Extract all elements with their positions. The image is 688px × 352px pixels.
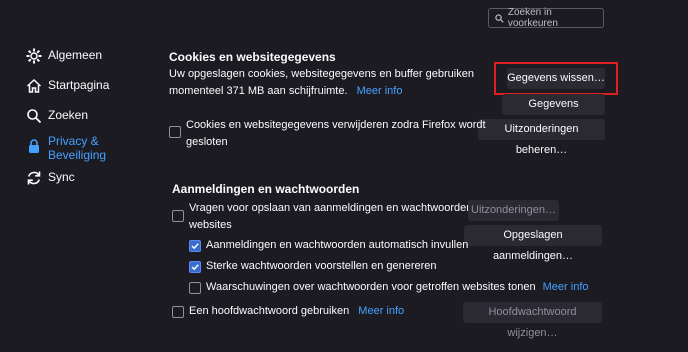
sidebar-item-home[interactable]: Startpagina (26, 78, 109, 94)
autofill-checkbox[interactable] (189, 240, 201, 252)
logins-heading: Aanmeldingen en wachtwoorden (172, 182, 360, 196)
sidebar-item-label: Sync (48, 170, 75, 184)
sidebar-item-search[interactable]: Zoeken (26, 108, 88, 124)
search-icon (27, 109, 42, 124)
checkmark-icon (191, 264, 199, 271)
sidebar-item-label: Zoeken (48, 108, 89, 122)
manage-exceptions-button[interactable]: Uitzonderingen beheren… (478, 119, 605, 156)
sidebar-item-sync[interactable]: Sync (26, 170, 75, 186)
sidebar-item-label: Privacy & Beveiliging (48, 134, 107, 162)
cookies-heading: Cookies en websitegegevens (169, 50, 336, 64)
primary-password-checkbox[interactable] (172, 306, 184, 318)
ask-save-label: Vragen voor opslaan van aanmeldingen en … (189, 202, 497, 231)
strong-password-checkbox[interactable] (189, 261, 201, 273)
ask-save-checkbox[interactable] (172, 210, 184, 222)
highlight-box (494, 62, 618, 95)
search-input[interactable]: Zoeken in voorkeuren (488, 7, 604, 29)
sidebar-item-label: Startpagina (48, 78, 110, 92)
home-icon (26, 78, 42, 93)
cookies-learn-more-link[interactable]: Meer info (357, 85, 403, 97)
sidebar-item-label: Algemeen (48, 48, 103, 62)
checkmark-icon (191, 243, 199, 250)
sidebar-item-general[interactable]: Algemeen (26, 48, 102, 64)
logins-exceptions-button[interactable]: Uitzonderingen… (468, 200, 559, 221)
manage-data-button[interactable]: Gegevens beheren… (502, 94, 605, 131)
saved-logins-button[interactable]: Opgeslagen aanmeldingen… (464, 225, 602, 262)
primary-learn-more-link[interactable]: Meer info (358, 305, 404, 317)
gear-icon (26, 48, 42, 64)
breach-learn-more-link[interactable]: Meer info (543, 281, 589, 293)
search-icon (495, 13, 504, 23)
delete-on-close-checkbox[interactable] (169, 126, 181, 138)
breach-alerts-label: Waarschuwingen over wachtwoorden voor ge… (206, 281, 589, 293)
sidebar-item-privacy[interactable]: Privacy & Beveiliging (26, 134, 106, 162)
delete-on-close-label: Cookies en websitegegevens verwijderen z… (186, 119, 486, 148)
primary-password-label: Een hoofdwachtwoord gebruiken Meer info (189, 305, 405, 317)
lock-icon (29, 139, 39, 153)
cookies-description: Uw opgeslagen cookies, websitegegevens e… (169, 68, 474, 97)
autofill-label: Aanmeldingen en wachtwoorden automatisch… (206, 239, 469, 251)
breach-alerts-checkbox[interactable] (189, 282, 201, 294)
change-primary-password-button[interactable]: Hoofdwachtwoord wijzigen… (463, 302, 602, 339)
strong-password-label: Sterke wachtwoorden voorstellen en gener… (206, 260, 437, 272)
search-placeholder: Zoeken in voorkeuren (507, 7, 558, 29)
sync-icon (27, 171, 41, 185)
